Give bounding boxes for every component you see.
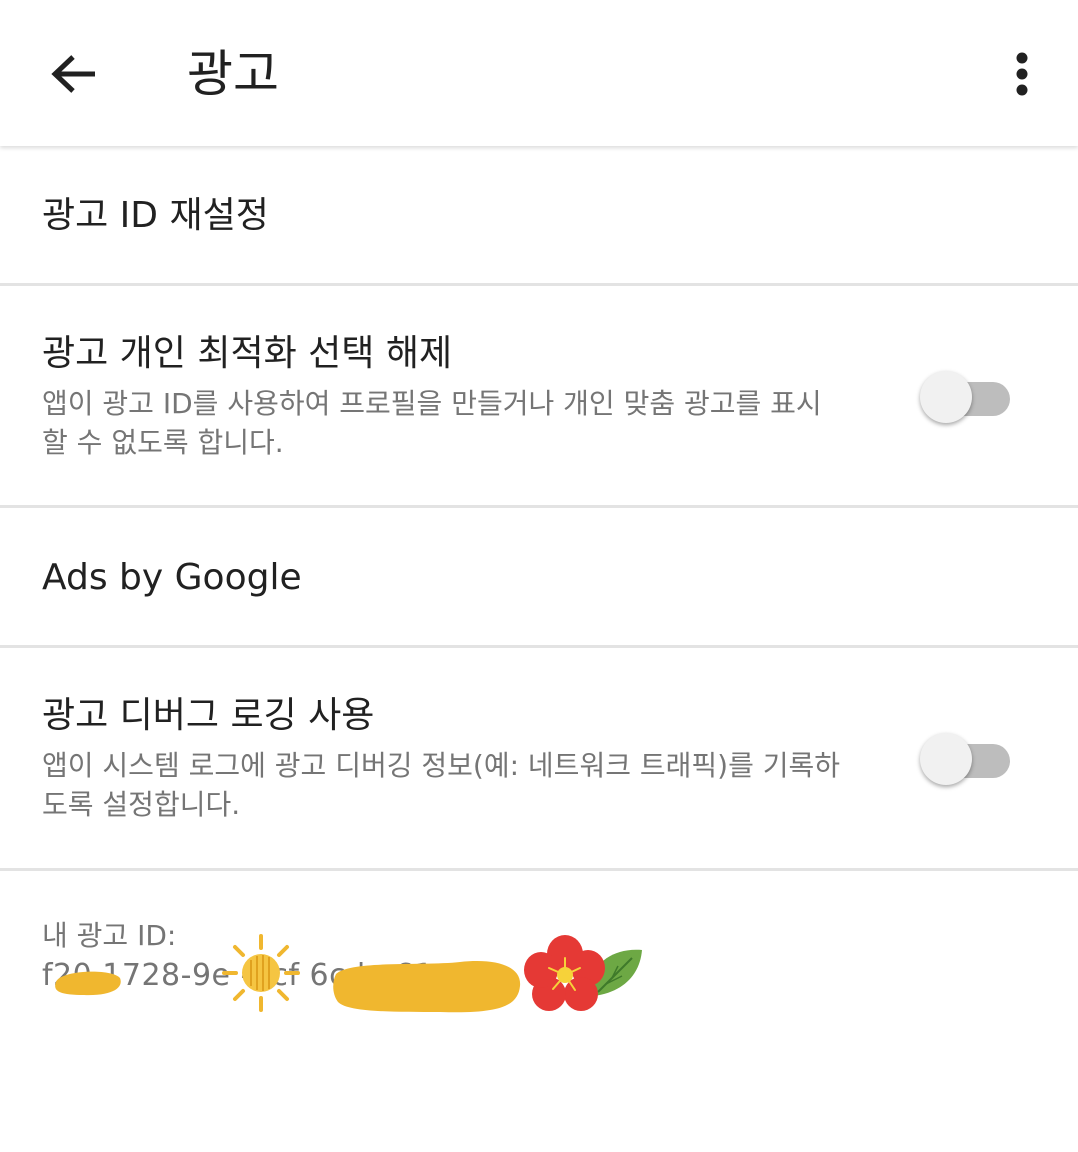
debug-logging-summary: 앱이 시스템 로그에 광고 디버깅 정보(예: 네트워크 트래픽)를 기록하도록…: [42, 749, 841, 821]
sun-sticker-icon: [222, 934, 300, 1012]
debug-logging-toggle[interactable]: [918, 728, 1012, 788]
reset-ad-id-title: 광고 ID 재설정: [42, 195, 269, 236]
back-button[interactable]: [36, 36, 112, 112]
debug-logging-title: 광고 디버그 로깅 사용: [42, 695, 375, 736]
divider: [0, 868, 1078, 871]
opt-out-personalization-summary: 앱이 광고 ID를 사용하여 프로필을 만들거나 개인 맞춤 광고를 표시할 수…: [42, 387, 822, 459]
opt-out-personalization-item[interactable]: 광고 개인 최적화 선택 해제 앱이 광고 ID를 사용하여 프로필을 만들거나…: [0, 286, 1078, 506]
page-title: 광고: [187, 45, 279, 103]
more-options-button[interactable]: [984, 36, 1060, 112]
arrow-back-icon: [51, 55, 95, 93]
ads-by-google-title: Ads by Google: [42, 557, 302, 598]
toggle-thumb: [920, 733, 972, 785]
redaction-mark: [333, 961, 521, 1013]
app-bar: 광고: [0, 0, 1078, 146]
debug-logging-item[interactable]: 광고 디버그 로깅 사용 앱이 시스템 로그에 광고 디버깅 정보(예: 네트워…: [0, 648, 1078, 868]
ad-id-label: 내 광고 ID:: [42, 919, 177, 952]
ads-by-google-item[interactable]: Ads by Google: [0, 508, 1078, 645]
toggle-thumb: [920, 371, 972, 423]
reset-ad-id-item[interactable]: 광고 ID 재설정: [0, 148, 1078, 284]
opt-out-personalization-title: 광고 개인 최적화 선택 해제: [42, 333, 453, 374]
redaction-mark: [55, 971, 121, 996]
more-vert-icon: [1016, 52, 1028, 96]
flower-sticker-icon: [524, 935, 642, 1011]
opt-out-personalization-toggle[interactable]: [918, 366, 1012, 426]
